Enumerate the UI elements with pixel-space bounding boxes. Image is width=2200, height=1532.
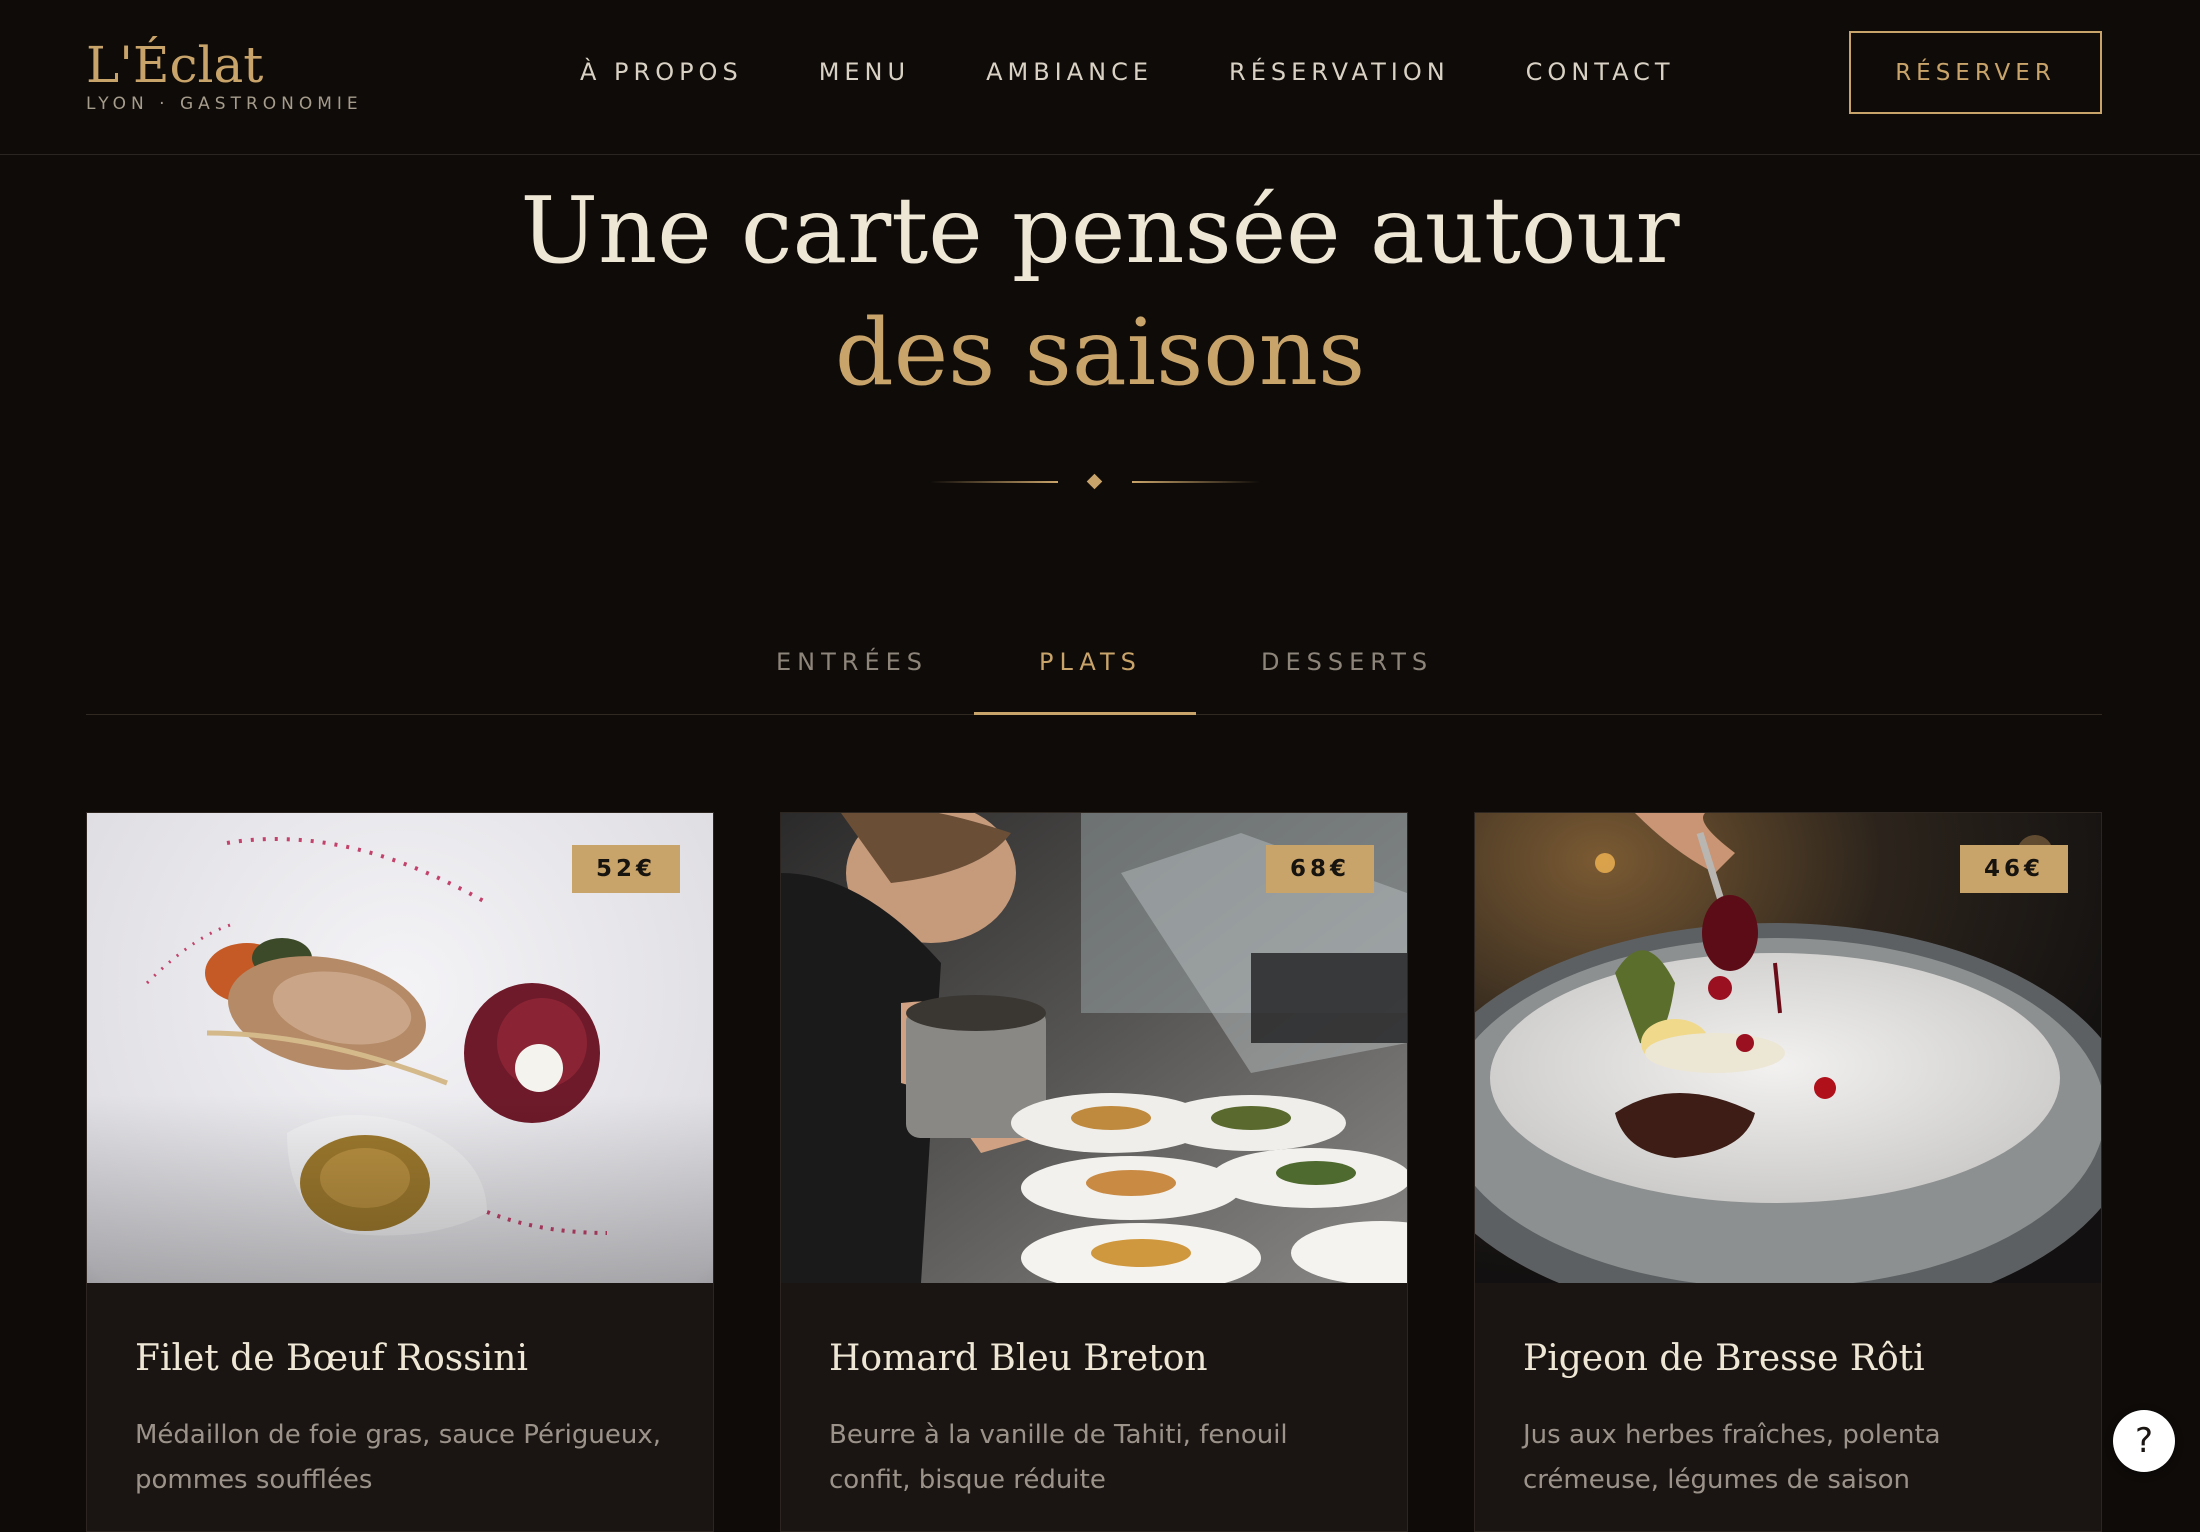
- help-button[interactable]: ?: [2113, 1410, 2175, 1472]
- menu-tabs: ENTRÉES PLATS DESSERTS: [86, 628, 2102, 715]
- reserve-button[interactable]: RÉSERVER: [1849, 31, 2102, 114]
- dish-description: Jus aux herbes fraîches, polenta crémeus…: [1523, 1420, 1941, 1495]
- price-badge: 52€: [572, 845, 680, 893]
- dish-title: Pigeon de Bresse Rôti: [1523, 1338, 1925, 1379]
- dish-card[interactable]: 52€ Filet de Bœuf Rossini Médaillon de f…: [86, 812, 714, 1532]
- divider-line-left: [930, 481, 1058, 483]
- dish-title: Filet de Bœuf Rossini: [135, 1338, 528, 1379]
- site-header: L'Éclat LYON · GASTRONOMIE À PROPOS MENU…: [0, 0, 2200, 155]
- price-badge: 46€: [1960, 845, 2068, 893]
- nav-item-menu[interactable]: MENU: [819, 58, 910, 86]
- logo-title: L'Éclat: [86, 36, 264, 94]
- section-heading: Une carte pensée autour des saisons: [0, 170, 2200, 414]
- nav-item-a-propos[interactable]: À PROPOS: [580, 58, 743, 86]
- dish-photo-pigeon: 46€: [1475, 813, 2101, 1283]
- heading-line-1: Une carte pensée autour: [520, 177, 1680, 284]
- nav-item-ambiance[interactable]: AMBIANCE: [986, 58, 1153, 86]
- nav-item-contact[interactable]: CONTACT: [1526, 58, 1675, 86]
- dish-title: Homard Bleu Breton: [829, 1338, 1208, 1379]
- dish-description: Médaillon de foie gras, sauce Périgueux,…: [135, 1420, 661, 1495]
- tab-plats[interactable]: PLATS: [1039, 648, 1142, 676]
- dish-photo-beef: 52€: [87, 813, 713, 1283]
- dish-photo-lobster: 68€: [781, 813, 1407, 1283]
- dish-card[interactable]: 68€ Homard Bleu Breton Beurre à la vanil…: [780, 812, 1408, 1532]
- diamond-icon: [1086, 473, 1103, 490]
- divider-ornament: [930, 472, 1260, 492]
- tab-entrees[interactable]: ENTRÉES: [776, 648, 928, 676]
- dish-description: Beurre à la vanille de Tahiti, fenouil c…: [829, 1420, 1288, 1495]
- dish-card[interactable]: 46€ Pigeon de Bresse Rôti Jus aux herbes…: [1474, 812, 2102, 1532]
- divider-line-right: [1132, 481, 1260, 483]
- active-tab-indicator: [974, 712, 1196, 715]
- price-badge: 68€: [1266, 845, 1374, 893]
- nav-item-reservation[interactable]: RÉSERVATION: [1229, 58, 1450, 86]
- tab-desserts[interactable]: DESSERTS: [1261, 648, 1433, 676]
- heading-line-2: des saisons: [834, 299, 1366, 406]
- main-nav: À PROPOS MENU AMBIANCE RÉSERVATION CONTA…: [580, 58, 1750, 86]
- logo[interactable]: L'Éclat LYON · GASTRONOMIE: [86, 36, 363, 114]
- logo-subtitle: LYON · GASTRONOMIE: [86, 94, 363, 114]
